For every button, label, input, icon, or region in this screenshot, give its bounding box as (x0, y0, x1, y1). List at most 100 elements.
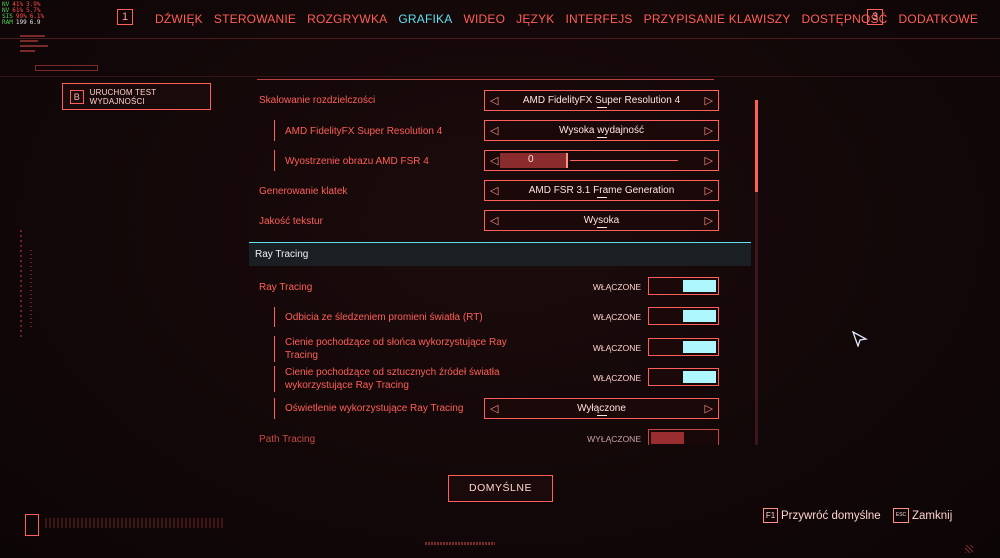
tab-additional[interactable]: DODATKOWE (899, 12, 979, 26)
restore-defaults-label: Przywróć domyślne (781, 509, 881, 522)
esc-key-icon: ESC (893, 508, 909, 523)
toggle-state: WŁĄCZONE (592, 282, 641, 292)
tab-graphics[interactable]: GRAFIKA (398, 12, 452, 26)
selector-underline (596, 137, 607, 138)
sub-indent-bar (274, 150, 275, 171)
toggle-state: WŁĄCZONE (592, 373, 641, 383)
sub-indent-bar (274, 398, 275, 419)
right-triangle-icon[interactable]: ▷ (705, 402, 713, 415)
fsr4-mode-selector[interactable]: ◁ Wysoka wydajność ▷ (484, 120, 719, 141)
setting-label: Path Tracing (259, 434, 316, 445)
setting-label: Cienie pochodzące od słońca wykorzystują… (285, 337, 507, 361)
scrollbar-thumb[interactable] (755, 100, 758, 192)
close-action[interactable]: ESC Zamknij (893, 508, 952, 523)
slider-value: 0 (528, 154, 534, 165)
path-tracing-toggle[interactable] (648, 429, 719, 445)
rt-local-shadows-toggle[interactable] (648, 368, 719, 386)
tab-language[interactable]: JĘZYK (516, 12, 554, 26)
resolution-scaling-selector[interactable]: ◁ AMD FidelityFX Super Resolution 4 ▷ (484, 90, 719, 111)
setting-label: Odbicia ze śledzeniem promieni światła (… (285, 312, 483, 323)
setting-frame-generation: Generowanie klatek ◁ AMD FSR 3.1 Frame G… (249, 180, 724, 201)
selector-value: AMD FidelityFX Super Resolution 4 (522, 95, 681, 106)
section-title: Ray Tracing (255, 249, 309, 260)
setting-ray-tracing: Ray Tracing WŁĄCZONE (249, 277, 724, 297)
left-triangle-icon[interactable]: ◁ (490, 214, 498, 227)
sharpening-slider[interactable]: ◁ 0 ▷ (484, 150, 719, 171)
right-triangle-icon[interactable]: ▷ (705, 124, 713, 137)
setting-rt-lighting: Oświetlenie wykorzystujące Ray Tracing ◁… (249, 398, 724, 419)
close-label: Zamknij (912, 509, 953, 522)
sub-indent-bar (274, 307, 275, 327)
sub-indent-bar (274, 336, 275, 362)
right-triangle-icon[interactable]: ▷ (705, 184, 713, 197)
right-triangle-icon[interactable]: ▷ (705, 154, 713, 167)
setting-fsr4-sharpening: Wyostrzenie obrazu AMD FSR 4 ◁ 0 ▷ (249, 150, 724, 171)
setting-rt-reflections: Odbicia ze śledzeniem promieni światła (… (249, 307, 724, 327)
toggle-knob (683, 310, 716, 322)
tab-interface[interactable]: INTERFEJS (565, 12, 632, 26)
selector-underline (596, 415, 607, 416)
selector-value: Wysoka (583, 215, 620, 226)
setting-label: AMD FidelityFX Super Resolution 4 (285, 126, 443, 137)
run-benchmark-label: URUCHOM TEST WYDAJNOŚCI (89, 87, 157, 106)
texture-quality-selector[interactable]: ◁ Wysoka ▷ (484, 210, 719, 231)
slider-handle[interactable]: 0 (500, 153, 568, 168)
selector-underline (596, 197, 607, 198)
tab-gameplay[interactable]: ROZGRYWKA (307, 12, 387, 26)
frame-generation-selector[interactable]: ◁ AMD FSR 3.1 Frame Generation ▷ (484, 180, 719, 201)
setting-label: Cienie pochodzące od sztucznych źródeł ś… (285, 367, 500, 391)
sub-indent-bar (274, 366, 275, 392)
defaults-button[interactable]: DOMYŚLNE (448, 475, 553, 502)
right-triangle-icon[interactable]: ▷ (705, 214, 713, 227)
tab-key-bindings[interactable]: PRZYPISANIE KLAWISZY (644, 12, 791, 26)
setting-label: Oświetlenie wykorzystujące Ray Tracing (285, 403, 464, 414)
setting-path-tracing: Path Tracing WYŁĄCZONE (249, 429, 724, 445)
toggle-knob (683, 341, 716, 353)
setting-rt-sun-shadows: Cienie pochodzące od słońca wykorzystują… (249, 336, 724, 362)
left-triangle-icon[interactable]: ◁ (490, 154, 498, 167)
f1-key-icon: F1 (763, 508, 778, 523)
selector-value: Wyłączone (577, 403, 626, 414)
setting-label: Generowanie klatek (259, 186, 348, 197)
run-benchmark-button[interactable]: B URUCHOM TEST WYDAJNOŚCI (62, 83, 211, 110)
left-triangle-icon[interactable]: ◁ (490, 402, 498, 415)
tab-bar: DŹWIĘK STEROWANIE ROZGRYWKA GRAFIKA WIDE… (155, 12, 989, 26)
restore-defaults-action[interactable]: F1 Przywróć domyślne (763, 508, 881, 523)
tab-controls[interactable]: STEROWANIE (214, 12, 296, 26)
setting-texture-quality: Jakość tekstur ◁ Wysoka ▷ (249, 210, 724, 231)
b-key-icon: B (70, 89, 84, 104)
rt-sun-shadows-toggle[interactable] (648, 338, 719, 356)
top-navigation: 1 DŹWIĘK STEROWANIE ROZGRYWKA GRAFIKA WI… (0, 9, 1000, 29)
toggle-knob (683, 371, 716, 383)
toggle-state: WŁĄCZONE (592, 312, 641, 322)
nav-divider (0, 38, 1000, 39)
setting-label: Skalowanie rozdzielczości (259, 95, 376, 106)
rt-lighting-selector[interactable]: ◁ Wyłączone ▷ (484, 398, 719, 419)
rt-reflections-toggle[interactable] (648, 307, 719, 325)
toggle-knob (683, 280, 716, 292)
setting-fsr4-mode: AMD FidelityFX Super Resolution 4 ◁ Wyso… (249, 120, 724, 141)
setting-rt-local-shadows: Cienie pochodzące od sztucznych źródeł ś… (249, 366, 724, 392)
ray-tracing-toggle[interactable] (648, 277, 719, 295)
toggle-state: WYŁĄCZONE (587, 434, 641, 444)
setting-label: Wyostrzenie obrazu AMD FSR 4 (285, 156, 429, 167)
prev-tab-key[interactable]: 1 (117, 9, 133, 25)
selector-underline (596, 227, 607, 228)
tab-sound[interactable]: DŹWIĘK (155, 12, 203, 26)
tab-video[interactable]: WIDEO (463, 12, 505, 26)
settings-list: Skalowanie rozdzielczości ◁ AMD Fidelity… (249, 60, 754, 445)
left-triangle-icon[interactable]: ◁ (490, 94, 498, 107)
version-badge-icon (25, 514, 39, 536)
toggle-knob (651, 432, 684, 444)
sub-indent-bar (274, 120, 275, 141)
setting-label: Ray Tracing (259, 282, 313, 293)
slider-track[interactable] (570, 160, 678, 161)
next-tab-key[interactable]: 3 (867, 9, 883, 25)
right-triangle-icon[interactable]: ▷ (705, 94, 713, 107)
left-triangle-icon[interactable]: ◁ (490, 184, 498, 197)
list-top-divider (257, 79, 714, 80)
left-triangle-icon[interactable]: ◁ (490, 124, 498, 137)
selector-value: Wysoka wydajność (559, 125, 644, 136)
toggle-state: WŁĄCZONE (592, 343, 641, 353)
section-header-ray-tracing: Ray Tracing (249, 242, 751, 266)
